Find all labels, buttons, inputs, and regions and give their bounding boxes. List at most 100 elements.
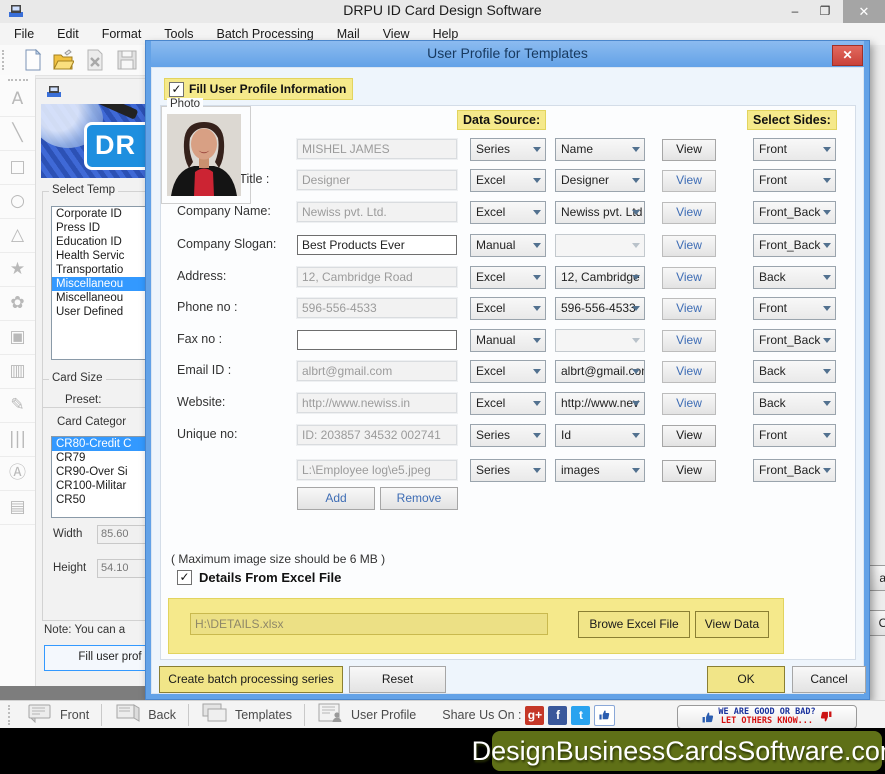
googleplus-icon[interactable]: g+ [525, 705, 545, 725]
data-source-dropdown[interactable]: Series [470, 424, 546, 447]
select-side-dropdown[interactable]: Front_Back [753, 329, 836, 352]
view-button[interactable]: View [662, 267, 716, 289]
data-source-dropdown[interactable]: Series [470, 138, 546, 161]
rating-badge[interactable]: WE ARE GOOD OR BAD? LET OTHERS KNOW... [677, 705, 857, 729]
menu-item-file[interactable]: File [14, 27, 34, 41]
data-source-dropdown[interactable]: Excel [470, 297, 546, 320]
template-list[interactable]: Corporate ID Press ID Education ID Health S… [51, 206, 156, 360]
triangle-tool-icon[interactable]: △ [0, 219, 35, 253]
value-field[interactable]: MISHEL JAMES [296, 138, 458, 160]
menu-item-tools[interactable]: Tools [164, 27, 193, 41]
ellipse-tool-icon[interactable]: ○ [0, 185, 35, 219]
view-button[interactable]: View [662, 202, 716, 224]
view-button[interactable]: View [662, 460, 716, 482]
select-side-dropdown[interactable]: Front_Back [753, 201, 836, 224]
new-icon[interactable] [22, 49, 44, 71]
template-item-0[interactable]: Corporate ID [52, 207, 156, 221]
taskbar-item-front[interactable]: Front [26, 703, 89, 728]
card-category-item-1[interactable]: CR79 [52, 451, 156, 465]
fill-user-profile-checkbox[interactable]: ✓ Fill User Profile Information [164, 78, 354, 100]
select-side-dropdown[interactable]: Back [753, 392, 836, 415]
text-tool-icon[interactable]: A [0, 83, 35, 117]
template-item-1[interactable]: Press ID [52, 221, 156, 235]
select-side-dropdown[interactable]: Front [753, 297, 836, 320]
shape-tool-icon[interactable]: ✿ [0, 287, 35, 321]
dialog-close-icon[interactable]: ✕ [832, 45, 863, 66]
data-source-dropdown[interactable]: Excel [470, 360, 546, 383]
select-side-dropdown[interactable]: Front [753, 169, 836, 192]
template-item-5[interactable]: Miscellaneou [52, 277, 156, 291]
field-select-dropdown[interactable]: 12, Cambridge F [555, 266, 645, 289]
data-source-dropdown[interactable]: Series [470, 459, 546, 482]
field-select-dropdown[interactable]: Name [555, 138, 645, 161]
partial-view-data-button[interactable]: ata [869, 565, 885, 591]
star-tool-icon[interactable]: ★ [0, 253, 35, 287]
field-select-dropdown[interactable]: Newiss pvt. Ltd [555, 201, 645, 224]
facebook-icon[interactable]: f [548, 705, 568, 725]
restore-button[interactable]: ❐ [810, 0, 840, 23]
menu-item-help[interactable]: Help [433, 27, 459, 41]
cancel-button[interactable]: Cancel [792, 666, 866, 693]
card-category-item-2[interactable]: CR90-Over Si [52, 465, 156, 479]
open-icon[interactable] [52, 49, 74, 71]
browse-excel-file-button[interactable]: Browe Excel File [578, 611, 690, 638]
field-select-dropdown[interactable] [555, 329, 645, 352]
watermark-image-icon[interactable]: ▤ [0, 491, 35, 525]
details-from-excel-checkbox[interactable]: ✓ Details From Excel File [177, 570, 341, 585]
data-source-dropdown[interactable]: Excel [470, 266, 546, 289]
select-side-dropdown[interactable]: Back [753, 360, 836, 383]
field-select-dropdown[interactable]: http://www.nev [555, 392, 645, 415]
value-field[interactable] [297, 330, 457, 350]
data-source-dropdown[interactable]: Manual [470, 234, 546, 257]
view-button[interactable]: View [662, 298, 716, 320]
data-source-dropdown[interactable]: Manual [470, 329, 546, 352]
view-button[interactable]: View [662, 170, 716, 192]
taskbar-item-user-profile[interactable]: User Profile [317, 703, 416, 728]
field-select-dropdown[interactable]: Designer [555, 169, 645, 192]
menu-item-view[interactable]: View [383, 27, 410, 41]
menu-item-batch-processing[interactable]: Batch Processing [216, 27, 313, 41]
template-item-7[interactable]: User Defined [52, 305, 156, 319]
value-field[interactable]: Best Products Ever [297, 235, 457, 255]
data-source-dropdown[interactable]: Excel [470, 169, 546, 192]
view-button[interactable]: View [662, 235, 716, 257]
line-tool-icon[interactable]: ╲ [0, 117, 35, 151]
value-field[interactable]: Newiss pvt. Ltd. [296, 201, 458, 223]
checkbox-check-icon[interactable]: ✓ [169, 81, 184, 97]
data-source-dropdown[interactable]: Excel [470, 392, 546, 415]
value-field[interactable]: 12, Cambridge Road [296, 266, 458, 288]
menu-item-mail[interactable]: Mail [337, 27, 360, 41]
field-select-dropdown[interactable]: 596-556-4533 [555, 297, 645, 320]
card-category-list[interactable]: CR80-Credit C CR79 CR90-Over Si CR100-Milit… [51, 436, 156, 518]
barcode-tool-icon[interactable]: ||| [0, 423, 35, 457]
view-button[interactable]: View [662, 330, 716, 352]
card-category-item-4[interactable]: CR50 [52, 493, 156, 507]
template-item-3[interactable]: Health Servic [52, 249, 156, 263]
watermark-text-icon[interactable]: Ⓐ [0, 457, 35, 491]
value-field[interactable]: Designer [296, 169, 458, 191]
view-button[interactable]: View [662, 393, 716, 415]
like-icon[interactable] [594, 704, 616, 726]
photo-path-field[interactable]: L:\Employee log\e5.jpeg [296, 459, 458, 481]
template-item-6[interactable]: Miscellaneou [52, 291, 156, 305]
select-side-dropdown[interactable]: Front_Back [753, 234, 836, 257]
view-button[interactable]: View [662, 361, 716, 383]
value-field[interactable]: albrt@gmail.com [296, 360, 458, 382]
checkbox-check-icon[interactable]: ✓ [177, 570, 192, 585]
template-item-4[interactable]: Transportatio [52, 263, 156, 277]
fill-user-profile-button[interactable]: Fill user prof [44, 645, 156, 671]
twitter-icon[interactable]: t [571, 705, 591, 725]
template-item-2[interactable]: Education ID [52, 235, 156, 249]
taskbar-item-back[interactable]: Back [114, 703, 176, 728]
minimize-button[interactable]: – [780, 0, 810, 23]
reset-button[interactable]: Reset [349, 666, 446, 693]
field-select-dropdown[interactable]: Id [555, 424, 645, 447]
value-field[interactable]: http://www.newiss.in [296, 392, 458, 414]
partial-ok-button[interactable]: OK [869, 610, 885, 636]
view-data-button[interactable]: View Data [695, 611, 769, 638]
ok-button[interactable]: OK [707, 666, 785, 693]
excel-path-field[interactable]: H:\DETAILS.xlsx [190, 613, 548, 635]
select-side-dropdown[interactable]: Front_Back [753, 459, 836, 482]
field-select-dropdown[interactable] [555, 234, 645, 257]
create-batch-series-button[interactable]: Create batch processing series [159, 666, 343, 693]
